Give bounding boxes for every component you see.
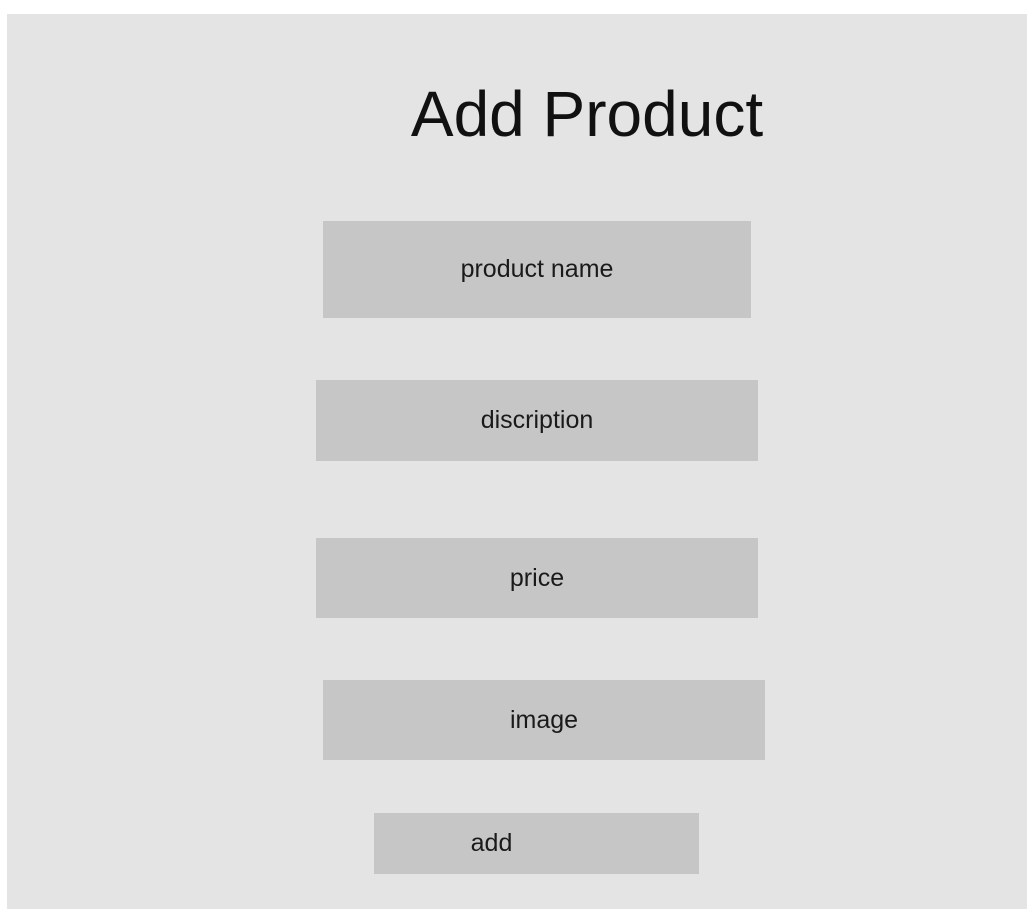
add-product-screen: Add Product product name discription pri… xyxy=(7,14,1027,909)
price-field[interactable]: price xyxy=(316,538,758,618)
price-placeholder: price xyxy=(509,563,565,592)
product-name-placeholder: product name xyxy=(460,255,614,283)
description-placeholder: discription xyxy=(480,406,594,434)
image-field[interactable]: image xyxy=(323,680,765,760)
image-placeholder: image xyxy=(509,705,579,734)
add-button[interactable]: add xyxy=(374,813,699,874)
add-button-label: add xyxy=(470,829,513,857)
page-title: Add Product xyxy=(410,78,764,150)
description-field[interactable]: discription xyxy=(316,380,758,461)
product-name-field[interactable]: product name xyxy=(323,221,751,318)
